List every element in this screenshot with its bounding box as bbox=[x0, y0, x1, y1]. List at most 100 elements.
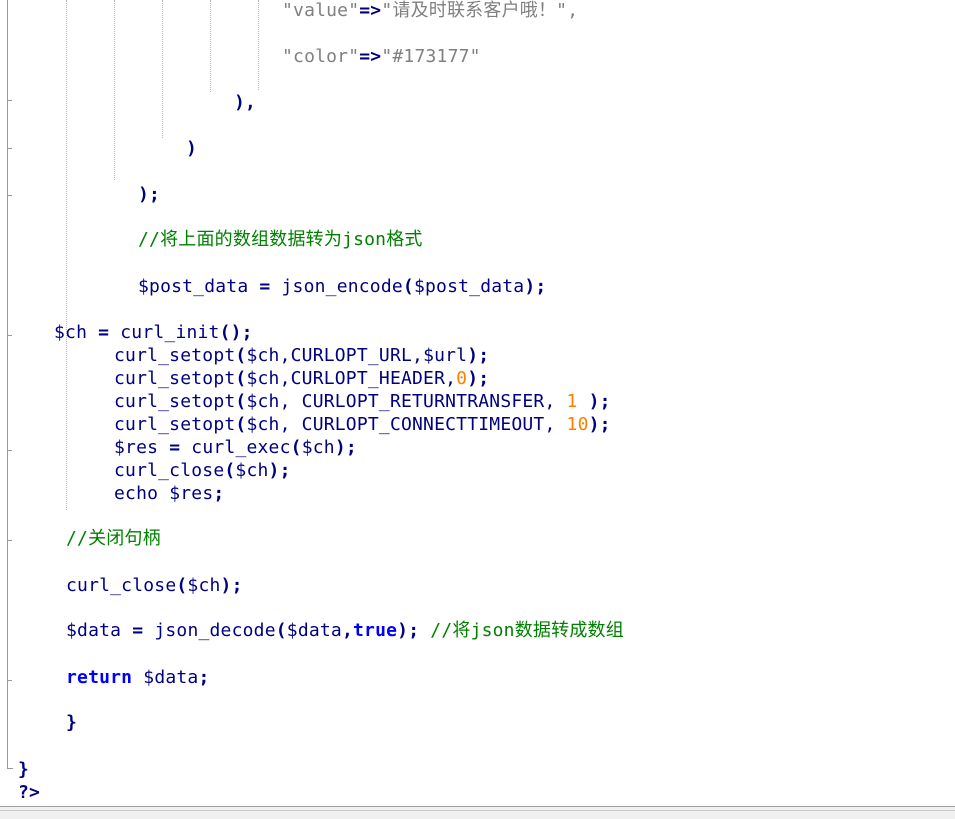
code-token: ( bbox=[235, 414, 247, 435]
code-token: ); bbox=[138, 184, 161, 205]
code-token: $ch bbox=[54, 322, 88, 343]
code-token: $ch bbox=[246, 391, 280, 412]
code-line: $res = curl_exec($ch); bbox=[114, 437, 357, 459]
code-token: } bbox=[66, 712, 78, 733]
code-line: curl_setopt($ch,CURLOPT_HEADER,0); bbox=[114, 368, 489, 390]
code-comment: //关闭句柄 bbox=[66, 528, 161, 550]
code-token: ); bbox=[588, 414, 611, 435]
code-token: ( bbox=[224, 460, 236, 481]
code-token: ( bbox=[235, 345, 247, 366]
fold-marker bbox=[7, 450, 12, 451]
code-token: $ch bbox=[187, 575, 221, 596]
code-token: curl_init bbox=[120, 322, 220, 343]
code-token: ?> bbox=[18, 782, 41, 803]
code-token: curl_exec bbox=[191, 437, 291, 458]
code-token: , CURLOPT_RETURNTRANSFER, bbox=[279, 391, 567, 412]
code-token: ), bbox=[234, 92, 257, 113]
code-line: $post_data = json_encode($post_data); bbox=[138, 276, 546, 298]
code-token: (); bbox=[219, 322, 253, 343]
code-token: return bbox=[66, 667, 133, 688]
code-token: $ch bbox=[235, 460, 269, 481]
code-line: curl_setopt($ch,CURLOPT_URL,$url); bbox=[114, 345, 489, 367]
code-line: $ch = curl_init(); bbox=[54, 322, 253, 344]
code-token: ( bbox=[275, 620, 287, 641]
code-token: ); bbox=[220, 575, 243, 596]
code-token: ( bbox=[176, 575, 188, 596]
code-token: $url bbox=[423, 345, 468, 366]
code-token: ,CURLOPT_URL, bbox=[279, 345, 424, 366]
code-token: ) bbox=[186, 138, 198, 159]
code-token: ( bbox=[235, 391, 247, 412]
code-line: ); bbox=[138, 184, 160, 206]
code-line: "value"=>"请及时联系客户哦！", bbox=[282, 0, 578, 22]
code-line: ) bbox=[186, 138, 197, 160]
code-token: ,CURLOPT_HEADER, bbox=[279, 368, 457, 389]
code-comment: //将上面的数组数据转为json格式 bbox=[138, 229, 423, 251]
indent-guide bbox=[66, 0, 67, 510]
code-token: $data bbox=[286, 620, 342, 641]
indent-guide bbox=[210, 0, 211, 92]
scrollbar-track bbox=[0, 810, 955, 811]
code-token: 0 bbox=[456, 368, 468, 389]
code-token: true bbox=[353, 620, 398, 641]
indent-guide bbox=[162, 0, 163, 138]
code-token: $post_data bbox=[138, 276, 249, 297]
code-token: $ch bbox=[246, 414, 280, 435]
code-token: $ch bbox=[246, 368, 280, 389]
fold-marker bbox=[7, 335, 12, 336]
code-token: } bbox=[18, 759, 30, 780]
code-token: ; bbox=[213, 483, 225, 504]
code-token: $ch bbox=[301, 437, 335, 458]
code-token: 10 bbox=[566, 414, 589, 435]
horizontal-scrollbar[interactable] bbox=[0, 806, 955, 819]
code-token: "#173177" bbox=[381, 46, 481, 67]
fold-margin[interactable] bbox=[0, 0, 13, 806]
code-token: , bbox=[341, 620, 354, 641]
fold-end-marker bbox=[7, 768, 13, 769]
code-editor[interactable]: "value"=>"请及时联系客户哦！", "color"=>"#173177"… bbox=[0, 0, 955, 806]
code-token: => bbox=[359, 46, 382, 67]
code-line: return $data; bbox=[66, 667, 210, 689]
code-token: ); bbox=[524, 276, 547, 297]
code-token: ); bbox=[334, 437, 357, 458]
fold-marker bbox=[7, 195, 12, 196]
code-line: curl_close($ch); bbox=[66, 575, 243, 597]
code-token: $ch bbox=[246, 345, 280, 366]
code-line: echo $res; bbox=[114, 483, 224, 505]
fold-marker bbox=[7, 148, 12, 149]
code-token: ); bbox=[577, 391, 611, 412]
code-token: curl_setopt bbox=[114, 368, 236, 389]
code-token: curl_setopt bbox=[114, 414, 236, 435]
code-token: $data bbox=[143, 667, 199, 688]
code-line: curl_close($ch); bbox=[114, 460, 291, 482]
code-token: ( bbox=[235, 368, 247, 389]
code-line: curl_setopt($ch, CURLOPT_RETURNTRANSFER,… bbox=[114, 391, 611, 413]
code-token: ( bbox=[290, 437, 302, 458]
code-line: $data = json_decode($data,true); //将json… bbox=[66, 620, 624, 642]
code-token: ); bbox=[268, 460, 291, 481]
code-token: ; bbox=[198, 667, 210, 688]
code-token: curl_setopt bbox=[114, 345, 236, 366]
code-token: //将json数据转成数组 bbox=[430, 620, 624, 641]
code-token: "color" bbox=[282, 46, 360, 67]
code-line: ), bbox=[234, 92, 256, 114]
code-token: json_encode bbox=[281, 276, 403, 297]
code-token: , CURLOPT_CONNECTTIMEOUT, bbox=[279, 414, 567, 435]
code-token: ( bbox=[402, 276, 414, 297]
code-token: ); bbox=[467, 345, 490, 366]
code-token: = bbox=[98, 322, 110, 343]
code-line: "color"=>"#173177" bbox=[282, 46, 481, 68]
code-token: curl_close bbox=[114, 460, 225, 481]
code-line: curl_setopt($ch, CURLOPT_CONNECTTIMEOUT,… bbox=[114, 414, 611, 436]
code-token: 1 bbox=[566, 391, 578, 412]
code-token: echo bbox=[114, 483, 159, 504]
